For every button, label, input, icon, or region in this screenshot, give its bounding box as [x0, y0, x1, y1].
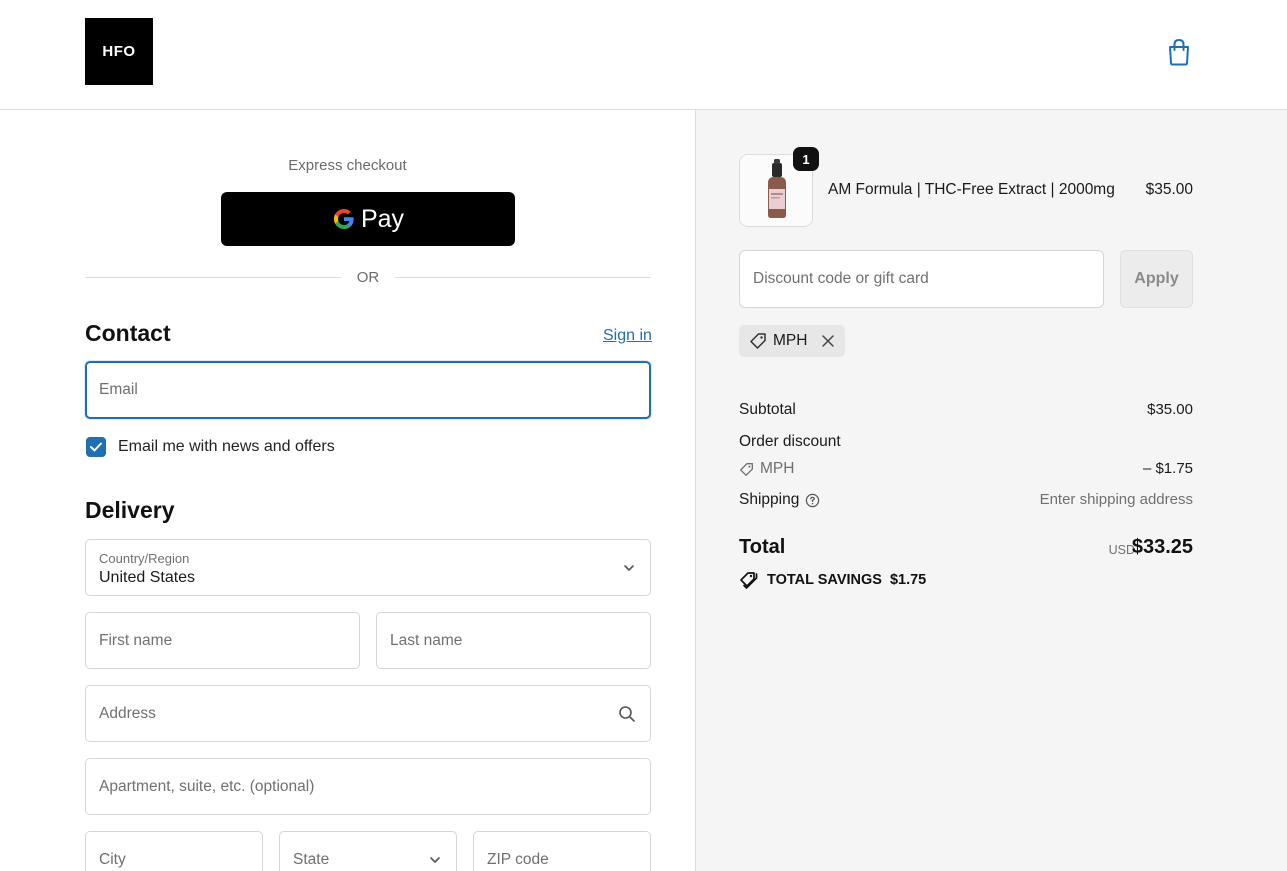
store-logo[interactable]: HFO [85, 18, 153, 85]
state-placeholder: State [293, 850, 330, 868]
shipping-value: Enter shipping address [1039, 491, 1193, 508]
total-label: Total [739, 536, 786, 558]
last-name-field[interactable]: Last name [376, 612, 651, 669]
savings-label: TOTAL SAVINGS [767, 572, 882, 588]
quantity-badge: 1 [793, 147, 819, 171]
shipping-label: Shipping [739, 491, 800, 508]
or-label: OR [356, 269, 380, 286]
remove-discount-icon[interactable] [821, 334, 835, 348]
total-savings-row: TOTAL SAVINGS $1.75 [739, 571, 926, 589]
discount-placeholder: Discount code or gift card [753, 270, 929, 287]
delivery-title: Delivery [85, 497, 175, 523]
product-price: $35.00 [1145, 181, 1193, 198]
tag-icon [750, 333, 766, 349]
chevron-down-icon [430, 857, 440, 863]
subtotal-value: $35.00 [1147, 401, 1193, 418]
tags-icon [740, 572, 758, 589]
order-discount-value: – $1.75 [1142, 460, 1193, 477]
google-g-icon [333, 209, 354, 229]
logo-text: HFO [102, 43, 136, 60]
first-name-field[interactable]: First name [85, 612, 360, 669]
country-value: United States [99, 569, 196, 586]
chevron-down-icon [624, 565, 634, 571]
discount-code-input[interactable]: Discount code or gift card [739, 250, 1104, 308]
tag-icon [740, 462, 753, 476]
state-select[interactable]: State [279, 831, 457, 871]
country-select[interactable]: Country/Region United States [85, 539, 651, 596]
order-summary: 1 AM Formula | THC-Free Extract | 2000mg… [695, 110, 1287, 871]
email-placeholder: Email [99, 381, 138, 398]
applied-discount-chip: MPH [739, 325, 845, 357]
or-divider: OR [85, 268, 651, 288]
total-value: $33.25 [1131, 536, 1193, 558]
google-pay-label: Pay [360, 204, 405, 233]
checkmark-icon [90, 442, 102, 452]
apartment-field[interactable]: Apartment, suite, etc. (optional) [85, 758, 651, 815]
first-name-placeholder: First name [99, 631, 173, 649]
express-checkout-label: Express checkout [288, 157, 407, 174]
site-header: HFO [0, 0, 1287, 110]
contact-title: Contact [85, 320, 171, 346]
apply-button[interactable]: Apply [1120, 250, 1193, 308]
address-field[interactable]: Address [85, 685, 651, 742]
newsletter-checkbox[interactable] [86, 437, 106, 457]
city-field[interactable]: City [85, 831, 263, 871]
zip-placeholder: ZIP code [487, 850, 549, 868]
shipping-row: Shipping [739, 491, 820, 509]
savings-value: $1.75 [889, 572, 927, 588]
applied-code-label: MPH [773, 332, 808, 349]
search-icon [619, 706, 635, 722]
order-discount-code-row: MPH [739, 460, 794, 478]
newsletter-label: Email me with news and offers [118, 438, 335, 455]
address-placeholder: Address [99, 704, 156, 722]
subtotal-label: Subtotal [739, 401, 796, 418]
shopping-bag-icon[interactable] [1166, 38, 1192, 66]
city-placeholder: City [99, 850, 126, 868]
email-field[interactable]: Email [85, 361, 651, 419]
apartment-placeholder: Apartment, suite, etc. (optional) [99, 777, 315, 795]
google-pay-button[interactable]: Pay [221, 192, 515, 246]
checkout-form: Express checkout Pay OR Contact Sign in … [0, 110, 695, 871]
help-circle-icon[interactable] [805, 493, 820, 508]
country-label: Country/Region [99, 551, 190, 566]
order-discount-code: MPH [760, 460, 795, 477]
zip-field[interactable]: ZIP code [473, 831, 651, 871]
order-discount-label: Order discount [739, 433, 841, 450]
last-name-placeholder: Last name [390, 631, 463, 649]
product-title: AM Formula | THC-Free Extract | 2000mg [828, 181, 1115, 198]
sign-in-link[interactable]: Sign in [603, 327, 652, 345]
